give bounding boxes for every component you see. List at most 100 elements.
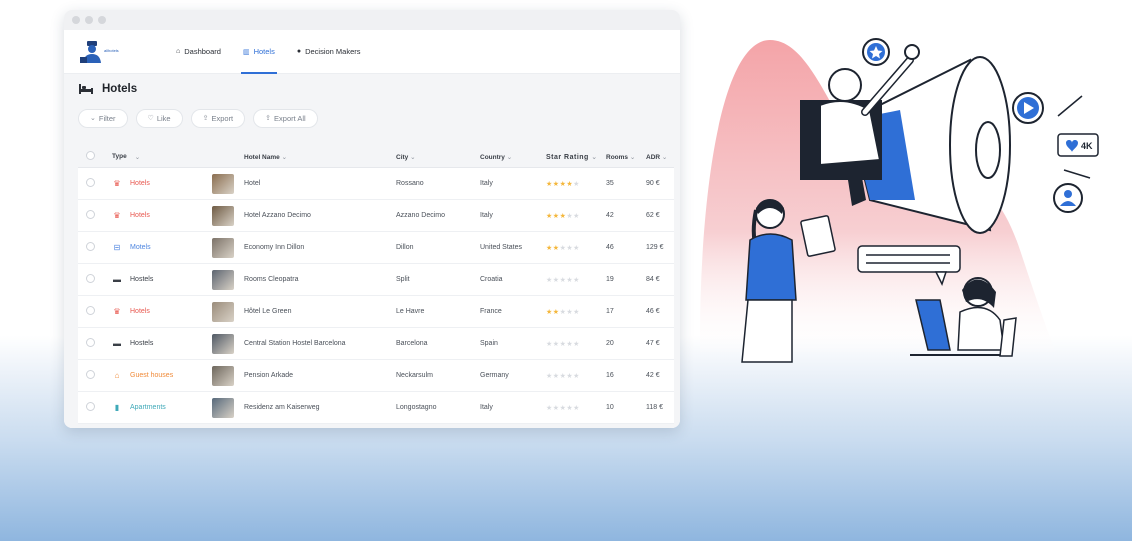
window-minimize-dot[interactable] bbox=[85, 16, 93, 24]
row-checkbox[interactable] bbox=[86, 274, 95, 283]
row-type: Motels bbox=[130, 244, 151, 251]
column-header-star-rating[interactable]: Star Rating ⌄ bbox=[546, 153, 606, 161]
row-country: Germany bbox=[480, 372, 509, 379]
filter-button[interactable]: ⌄ Filter bbox=[78, 108, 128, 128]
export-button-label: Export bbox=[211, 113, 234, 123]
hotel-thumbnail[interactable] bbox=[212, 397, 234, 418]
star-icon: ★ bbox=[573, 212, 580, 220]
table-row[interactable]: ▬ Hostels Rooms Cleopatra Split Croatia ★★★★★… bbox=[78, 264, 674, 296]
chevron-down-icon: ⌄ bbox=[134, 153, 141, 161]
nav-decision-makers-label: Decision Makers bbox=[305, 47, 361, 56]
select-all-checkbox[interactable] bbox=[86, 151, 95, 160]
crown-icon: ♛ bbox=[113, 307, 121, 316]
row-type: Hotels bbox=[130, 180, 150, 187]
star-icon: ★ bbox=[573, 180, 580, 188]
star-icon: ★ bbox=[546, 244, 553, 252]
star-icon: ★ bbox=[546, 180, 553, 188]
heart-4k-badge-icon: 4K bbox=[1057, 133, 1099, 157]
column-header-city[interactable]: City ⌄ bbox=[396, 153, 480, 161]
row-adr: 42 € bbox=[646, 372, 660, 379]
row-adr: 90 € bbox=[646, 180, 660, 187]
chevron-down-icon: ⌄ bbox=[661, 153, 668, 161]
star-icon: ★ bbox=[573, 244, 580, 252]
table-row[interactable]: ♛ Hotels Hotel Azzano Decimo Azzano Decimo I… bbox=[78, 200, 674, 232]
hotel-thumbnail[interactable] bbox=[212, 205, 234, 226]
nav-hotels[interactable]: ▥ Hotels bbox=[240, 30, 277, 74]
row-hotel-name[interactable]: Hotel bbox=[244, 180, 396, 187]
hotel-thumbnail[interactable] bbox=[212, 333, 234, 354]
row-hotel-name[interactable]: Central Station Hostel Barcelona bbox=[244, 340, 396, 347]
row-adr: 129 € bbox=[646, 244, 664, 251]
star-icon: ★ bbox=[573, 404, 580, 412]
nav-dashboard[interactable]: ⌂ Dashboard bbox=[176, 30, 221, 74]
row-hotel-name[interactable]: Residenz am Kaiserweg bbox=[244, 404, 396, 411]
column-header-hotel-name[interactable]: Hotel Name ⌄ bbox=[244, 153, 396, 161]
row-city: Neckarsulm bbox=[396, 372, 433, 379]
hotel-thumbnail[interactable] bbox=[212, 269, 234, 290]
row-city: Azzano Decimo bbox=[396, 212, 446, 219]
row-adr: 84 € bbox=[646, 276, 660, 283]
row-checkbox[interactable] bbox=[86, 210, 95, 219]
row-checkbox[interactable] bbox=[86, 370, 95, 379]
star-icon: ★ bbox=[552, 372, 560, 380]
column-header-type[interactable]: Type ⌄ bbox=[104, 153, 212, 161]
table-row[interactable]: ⊟ Motels Economy Inn Dillon Dillon United St… bbox=[78, 232, 674, 264]
row-city: Barcelona bbox=[396, 340, 428, 347]
export-all-button[interactable]: ⇪ Export All bbox=[253, 108, 318, 128]
row-rooms: 42 bbox=[606, 212, 614, 219]
row-type: Apartments bbox=[130, 404, 166, 411]
row-adr: 118 € bbox=[646, 404, 663, 411]
column-header-rooms[interactable]: Rooms ⌄ bbox=[606, 153, 646, 161]
window-titlebar bbox=[64, 10, 680, 30]
chevron-down-icon: ⌄ bbox=[281, 153, 288, 161]
table-row[interactable]: ♛ Hotels Hotel Rossano Italy ★★★★★ 35 90 € bbox=[78, 168, 674, 200]
window-close-dot[interactable] bbox=[72, 16, 80, 24]
column-header-adr[interactable]: ADR ⌄ bbox=[646, 153, 674, 161]
row-hotel-name[interactable]: Rooms Cleopatra bbox=[244, 276, 396, 283]
person-icon: ● bbox=[296, 48, 302, 55]
star-icon: ★ bbox=[573, 340, 580, 348]
hotel-thumbnail[interactable] bbox=[212, 173, 234, 194]
row-checkbox[interactable] bbox=[86, 338, 95, 347]
row-star-rating: ★★★★★ bbox=[546, 404, 606, 412]
row-checkbox[interactable] bbox=[86, 306, 95, 315]
export-button[interactable]: ⇪ Export bbox=[190, 108, 246, 128]
row-checkbox[interactable] bbox=[86, 242, 95, 251]
app-logo[interactable]: allhotels bbox=[80, 39, 136, 65]
nav-decision-makers[interactable]: ● Decision Makers bbox=[297, 30, 361, 74]
column-header-country[interactable]: Country ⌄ bbox=[480, 153, 546, 161]
table-row[interactable]: ▬ Hostels Central Station Hostel Barcelona… bbox=[78, 328, 674, 360]
row-country: Italy bbox=[480, 404, 493, 411]
row-rooms: 20 bbox=[606, 340, 614, 347]
star-icon: ★ bbox=[552, 212, 560, 220]
star-icon: ★ bbox=[546, 276, 553, 284]
window-maximize-dot[interactable] bbox=[98, 16, 106, 24]
row-hotel-name[interactable]: Pension Arkade bbox=[244, 372, 396, 379]
row-adr: 46 € bbox=[646, 308, 660, 315]
export-all-button-label: Export All bbox=[274, 113, 306, 123]
hotel-thumbnail[interactable] bbox=[212, 365, 234, 386]
star-icon: ★ bbox=[546, 308, 553, 316]
crown-icon: ♛ bbox=[113, 211, 121, 220]
row-checkbox[interactable] bbox=[86, 402, 95, 411]
row-type: Hotels bbox=[130, 212, 150, 219]
row-hotel-name[interactable]: Hôtel Le Green bbox=[244, 308, 396, 315]
row-rooms: 16 bbox=[606, 372, 614, 379]
bunk-bed-icon: ▬ bbox=[113, 339, 121, 348]
table-row[interactable]: ▮ Apartments Residenz am Kaiserweg Longosta… bbox=[78, 392, 674, 424]
table-row[interactable]: ⌂ Guest houses Pension Arkade Neckarsulm Ger… bbox=[78, 360, 674, 392]
row-hotel-name[interactable]: Hotel Azzano Decimo bbox=[244, 212, 396, 219]
row-checkbox[interactable] bbox=[86, 178, 95, 187]
hero-illustration: 4K bbox=[660, 0, 1132, 400]
row-country: Spain bbox=[480, 340, 498, 347]
star-icon: ★ bbox=[552, 404, 560, 412]
car-icon: ⊟ bbox=[113, 243, 121, 252]
hotel-thumbnail[interactable] bbox=[212, 301, 234, 322]
upload-icon: ⇪ bbox=[265, 115, 272, 122]
table-row[interactable]: ♛ Hotels Hôtel Le Green Le Havre France ★★★★★… bbox=[78, 296, 674, 328]
row-hotel-name[interactable]: Economy Inn Dillon bbox=[244, 244, 396, 251]
row-star-rating: ★★★★★ bbox=[546, 372, 606, 380]
hotel-thumbnail[interactable] bbox=[212, 237, 234, 258]
toolbar: ⌄ Filter ♡ Like ⇪ Export ⇪ Export All bbox=[64, 104, 680, 132]
like-button[interactable]: ♡ Like bbox=[135, 108, 183, 128]
